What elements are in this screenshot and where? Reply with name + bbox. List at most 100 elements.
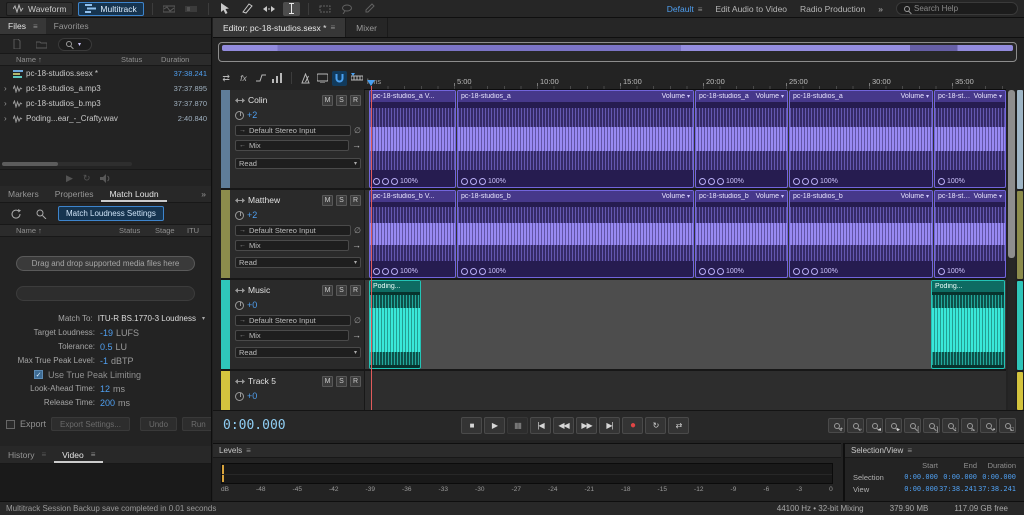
arm-record-button[interactable]: R (350, 376, 361, 387)
export-settings-button[interactable]: Export Settings... (51, 417, 130, 431)
audio-clip[interactable]: pc-18-studios_bVolume▾ 100% (789, 190, 933, 278)
audio-clip[interactable]: pc-18-studios_bVolume▾ 100% (695, 190, 788, 278)
solo-button[interactable]: S (336, 195, 347, 206)
files-column-header[interactable]: Name ↑ Status Duration (0, 54, 211, 66)
snap-icon[interactable] (332, 71, 346, 86)
selection-duration-value[interactable]: 0:00.000 (977, 473, 1016, 482)
clip-gain-icon[interactable] (793, 268, 800, 275)
drop-area[interactable]: Drag and drop supported media files here (16, 256, 195, 271)
undo-button[interactable]: Undo (140, 417, 177, 431)
transitions-icon[interactable]: ⇄ (219, 71, 233, 86)
track-name[interactable]: Music (248, 285, 319, 295)
timeline-ruler[interactable]: hms 5:00 10:00 15:00 20:00 25:00 30:00 3… (364, 66, 1006, 90)
loop-playback-button[interactable]: ↻ (645, 417, 666, 434)
loop-icon[interactable]: ↻ (83, 173, 91, 184)
play-button[interactable]: ▶ (484, 417, 505, 434)
record-button[interactable]: ● (622, 417, 643, 434)
clip-gain-icon[interactable] (461, 178, 468, 185)
slip-tool-icon[interactable] (261, 2, 278, 16)
preview-play-icon[interactable]: ▶ (66, 173, 73, 184)
zoom-full-button[interactable]: □ (999, 418, 1016, 433)
expand-chevron-icon[interactable]: › (4, 114, 10, 123)
clip-fx-icon[interactable] (802, 178, 809, 185)
clip-stretch-icon[interactable] (717, 268, 724, 275)
zoom-out-point-button[interactable]: ] (923, 418, 940, 433)
clip-gain-value[interactable]: 100% (947, 268, 965, 275)
clip-volume-menu[interactable]: Volume▾ (898, 93, 929, 100)
clip-volume-menu[interactable]: Volume▾ (753, 93, 784, 100)
open-folder-icon[interactable] (33, 37, 50, 51)
arm-record-button[interactable]: R (350, 285, 361, 296)
playhead-line[interactable] (371, 86, 372, 410)
tab-markers[interactable]: Markers (0, 186, 47, 202)
clip-stretch-icon[interactable] (391, 178, 398, 185)
file-row-audio[interactable]: › Poding...ear_-_Crafty.wav 2:40.840 (0, 111, 211, 126)
track-name[interactable]: Matthew (248, 195, 319, 205)
waveform-view-button[interactable]: Waveform (6, 2, 73, 16)
razor-tool-icon[interactable] (239, 2, 256, 16)
automation-mode-select[interactable]: Read▾ (235, 158, 361, 169)
tab-properties[interactable]: Properties (47, 186, 102, 202)
track-color-strip[interactable] (221, 371, 230, 410)
lookahead-value[interactable]: 12 (100, 384, 110, 394)
clip-gain-value[interactable]: 100% (488, 178, 506, 185)
view-end-value[interactable]: 37:38.241 (938, 485, 977, 494)
move-to-previous-button[interactable]: |◀ (530, 417, 551, 434)
audio-clip[interactable]: Poding... (931, 280, 1005, 369)
tab-editor[interactable]: Editor: pc-18-studios.sesx * ≡ (213, 18, 346, 37)
clip-gain-icon[interactable] (938, 268, 945, 275)
files-horizontal-scrollbar[interactable] (2, 162, 132, 166)
clip-gain-value[interactable]: 100% (488, 268, 506, 275)
timebar-icon[interactable] (350, 71, 364, 86)
workspace-radio-production-button[interactable]: Radio Production (800, 4, 865, 14)
audio-clip[interactable]: pc-18-studios_bVolume▾ 100% (934, 190, 1006, 278)
match-column-header[interactable]: Name ↑ Status Stage ITU (0, 225, 211, 237)
input-select[interactable]: →Default Stereo Input (235, 225, 351, 236)
clip-volume-menu[interactable]: Volume▾ (898, 193, 929, 200)
track-volume-value[interactable]: +2 (247, 110, 257, 120)
rescan-icon[interactable] (8, 207, 25, 221)
audio-clip[interactable]: pc-18-studios_b V... 100% (369, 190, 456, 278)
move-to-next-button[interactable]: ▶| (599, 417, 620, 434)
tab-match-loudness[interactable]: Match Loudn (101, 186, 166, 202)
clip-stretch-icon[interactable] (479, 268, 486, 275)
match-to-select[interactable]: ITU-R BS.1770-3 Loudness▾ (98, 314, 205, 323)
show-waveform-icon[interactable] (161, 2, 178, 16)
workspace-edit-audio-to-video-button[interactable]: Edit Audio to Video (715, 4, 787, 14)
track-volume-value[interactable]: +2 (247, 210, 257, 220)
track-volume-value[interactable]: +0 (247, 300, 257, 310)
clip-fx-icon[interactable] (802, 268, 809, 275)
clip-volume-menu[interactable]: Volume▾ (753, 193, 784, 200)
zoom-left-edge-button[interactable]: ◂ (866, 418, 883, 433)
clip-fx-icon[interactable] (470, 268, 477, 275)
input-select[interactable]: →Default Stereo Input (235, 125, 351, 136)
import-file-icon[interactable] (8, 37, 25, 51)
audio-clip[interactable]: pc-18-studios_aVolume▾ 100% (789, 90, 933, 188)
stop-button[interactable]: ■ (461, 417, 482, 434)
output-select[interactable]: ←Mix (235, 330, 349, 341)
track-color-strip[interactable] (221, 90, 230, 188)
move-tool-icon[interactable] (217, 2, 234, 16)
fx-icon[interactable]: fx (236, 71, 250, 86)
multitrack-view-button[interactable]: Multitrack (78, 2, 143, 16)
phase-icon[interactable]: ∅ (354, 226, 361, 235)
clip-fx-icon[interactable] (470, 178, 477, 185)
track-lane[interactable]: pc-18-studios_a V... 100% pc-18-studios_… (364, 90, 1006, 188)
audio-clip[interactable]: Poding... (369, 280, 421, 369)
zoom-right-edge-button[interactable]: ▸ (885, 418, 902, 433)
panel-menu-icon[interactable]: ≡ (246, 446, 251, 455)
pause-button[interactable]: ▮▮ (507, 417, 528, 434)
workspace-default-button[interactable]: Default≡ (667, 4, 703, 14)
track-color-strip[interactable] (221, 280, 230, 369)
playhead-marker-icon[interactable] (367, 80, 375, 86)
clip-gain-value[interactable]: 100% (726, 178, 744, 185)
audio-clip[interactable]: pc-18-studios_aVolume▾ 100% (457, 90, 694, 188)
zoom-out-button[interactable]: − (847, 418, 864, 433)
track-lane[interactable]: pc-18-studios_b V... 100% pc-18-studios_… (364, 190, 1006, 278)
file-row-audio[interactable]: › pc-18-studios_b.mp3 37:37.870 (0, 96, 211, 111)
max-peak-value[interactable]: -1 (100, 356, 108, 366)
clip-gain-icon[interactable] (461, 268, 468, 275)
zoom-navigator[interactable] (218, 42, 1017, 62)
export-checkbox[interactable] (6, 420, 15, 429)
phase-icon[interactable]: ∅ (354, 316, 361, 325)
